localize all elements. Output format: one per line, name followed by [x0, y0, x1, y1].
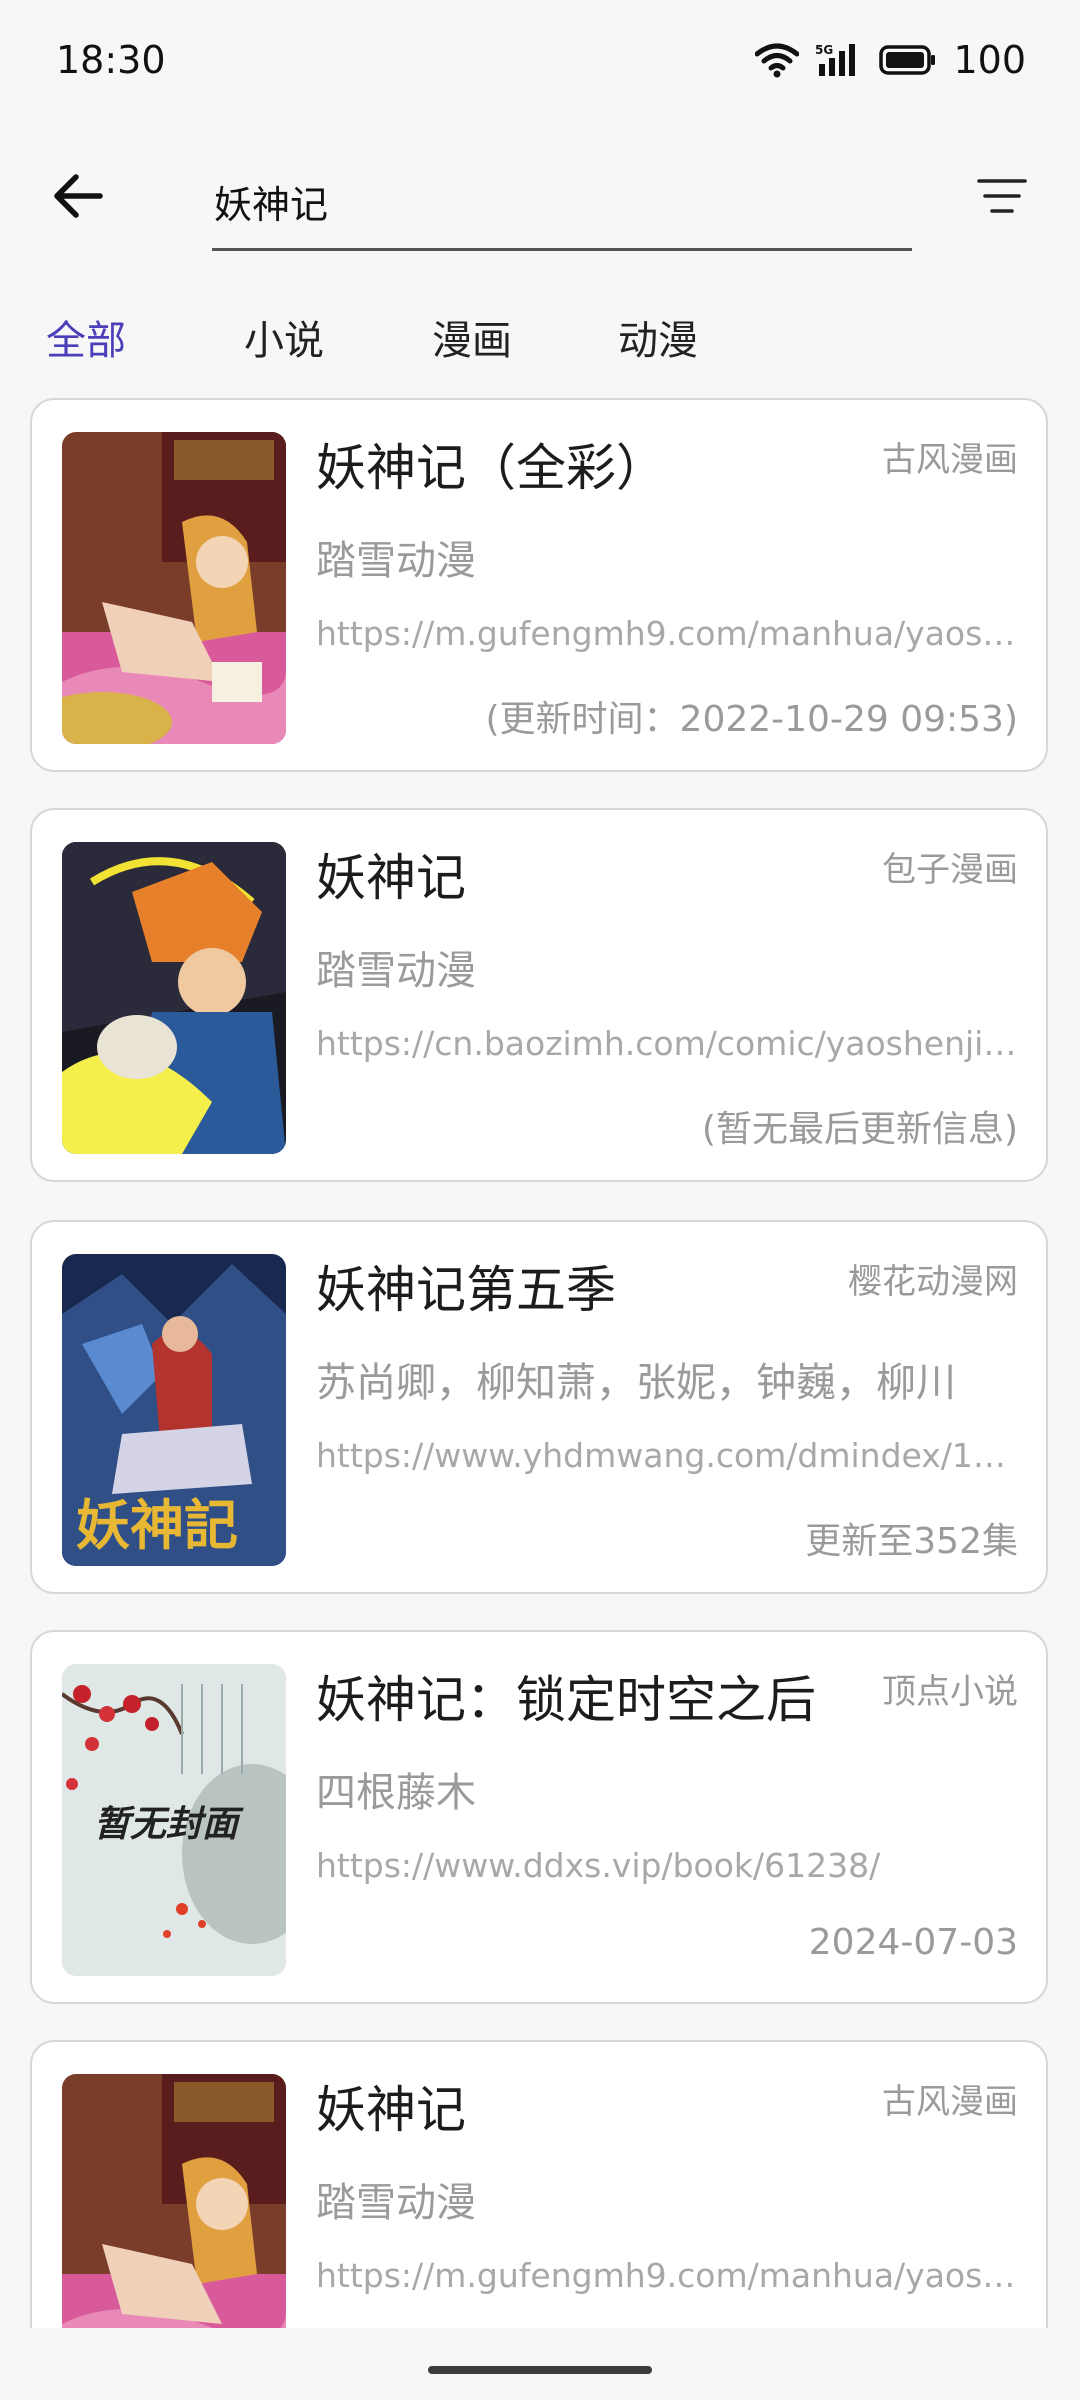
result-source: 樱花动漫网: [848, 1262, 1018, 1302]
result-url: https://cn.baozimh.com/comic/yaoshenji-t…: [316, 1024, 1022, 1063]
result-author: 四根藤木: [316, 1770, 476, 1816]
tab-novel[interactable]: 小说: [244, 308, 324, 366]
result-card[interactable]: 妖神记 包子漫画 踏雪动漫 https://cn.baozimh.com/com…: [30, 808, 1048, 1182]
filter-icon: [977, 179, 1027, 213]
tab-all[interactable]: 全部: [46, 308, 126, 366]
back-button[interactable]: [40, 158, 116, 234]
result-source: 古风漫画: [882, 2082, 1018, 2122]
result-url: https://m.gufengmh9.com/manhua/yaoshenji…: [316, 2256, 1022, 2295]
svg-text:5G: 5G: [815, 43, 833, 57]
result-author: 踏雪动漫: [316, 948, 476, 994]
result-title: 妖神记: [316, 2081, 466, 2139]
battery-level: 100: [953, 38, 1026, 82]
result-card[interactable]: 暂无封面 妖神记：锁定时空之后 顶点小说 四根藤木 https://www.dd…: [30, 1630, 1048, 2004]
cellular-signal-icon: 5G: [815, 43, 856, 76]
result-url: https://www.ddxs.vip/book/61238/: [316, 1846, 881, 1885]
arrow-left-icon: [54, 174, 103, 218]
result-title: 妖神记: [316, 849, 466, 907]
result-update: (暂无最后更新信息): [701, 1109, 1018, 1150]
result-source: 包子漫画: [882, 850, 1018, 890]
result-update: (更新时间：2022-10-29 09:53): [485, 699, 1019, 740]
result-author: 踏雪动漫: [316, 538, 476, 584]
result-title: 妖神记（全彩）: [316, 439, 666, 497]
result-card[interactable]: 妖神記 妖神记第五季 樱花动漫网 苏尚卿，柳知萧，张妮，钟巍，柳川 https:…: [30, 1220, 1048, 1594]
result-author: 苏尚卿，柳知萧，张妮，钟巍，柳川: [316, 1360, 956, 1406]
filter-button[interactable]: [964, 158, 1040, 234]
result-source: 古风漫画: [882, 440, 1018, 480]
result-update: 更新至352集: [805, 1521, 1018, 1562]
category-tabs: 全部 小说 漫画 动漫: [0, 300, 1080, 380]
cover-image: [62, 2074, 286, 2328]
cover-image: [62, 842, 286, 1154]
search-toolbar: 妖神记: [0, 130, 1080, 260]
search-query-text: 妖神记: [214, 183, 329, 227]
battery-icon: [879, 45, 936, 75]
cover-placeholder-image: 暂无封面: [62, 1664, 286, 1976]
cover-image: 妖神記: [62, 1254, 286, 1566]
result-source: 顶点小说: [882, 1672, 1018, 1712]
result-title: 妖神记第五季: [316, 1261, 616, 1319]
search-input[interactable]: 妖神记: [212, 158, 912, 251]
wifi-icon: [755, 43, 800, 78]
search-result-list[interactable]: 妖神记（全彩） 古风漫画 踏雪动漫 https://m.gufengmh9.co…: [30, 398, 1052, 2328]
result-url: https://www.yhdmwang.com/dmindex/148.htm…: [316, 1436, 1022, 1475]
tab-comic[interactable]: 漫画: [432, 308, 512, 366]
status-bar: 18:30 5G 100: [0, 0, 1080, 124]
tab-anime[interactable]: 动漫: [618, 308, 698, 366]
home-indicator[interactable]: [428, 2366, 652, 2374]
result-card[interactable]: 妖神记 古风漫画 踏雪动漫 https://m.gufengmh9.com/ma…: [30, 2040, 1048, 2328]
status-icons: 5G 100: [755, 38, 1026, 82]
status-time: 18:30: [56, 38, 166, 82]
result-title: 妖神记：锁定时空之后: [316, 1671, 816, 1729]
result-update: 2024-07-03: [808, 1922, 1018, 1963]
result-url: https://m.gufengmh9.com/manhua/yaoshenji…: [316, 614, 1022, 653]
result-author: 踏雪动漫: [316, 2180, 476, 2226]
cover-placeholder-text: 暂无封面: [94, 1804, 244, 1845]
result-card[interactable]: 妖神记（全彩） 古风漫画 踏雪动漫 https://m.gufengmh9.co…: [30, 398, 1048, 772]
svg-text:妖神記: 妖神記: [76, 1493, 238, 1557]
cover-image: [62, 432, 286, 744]
